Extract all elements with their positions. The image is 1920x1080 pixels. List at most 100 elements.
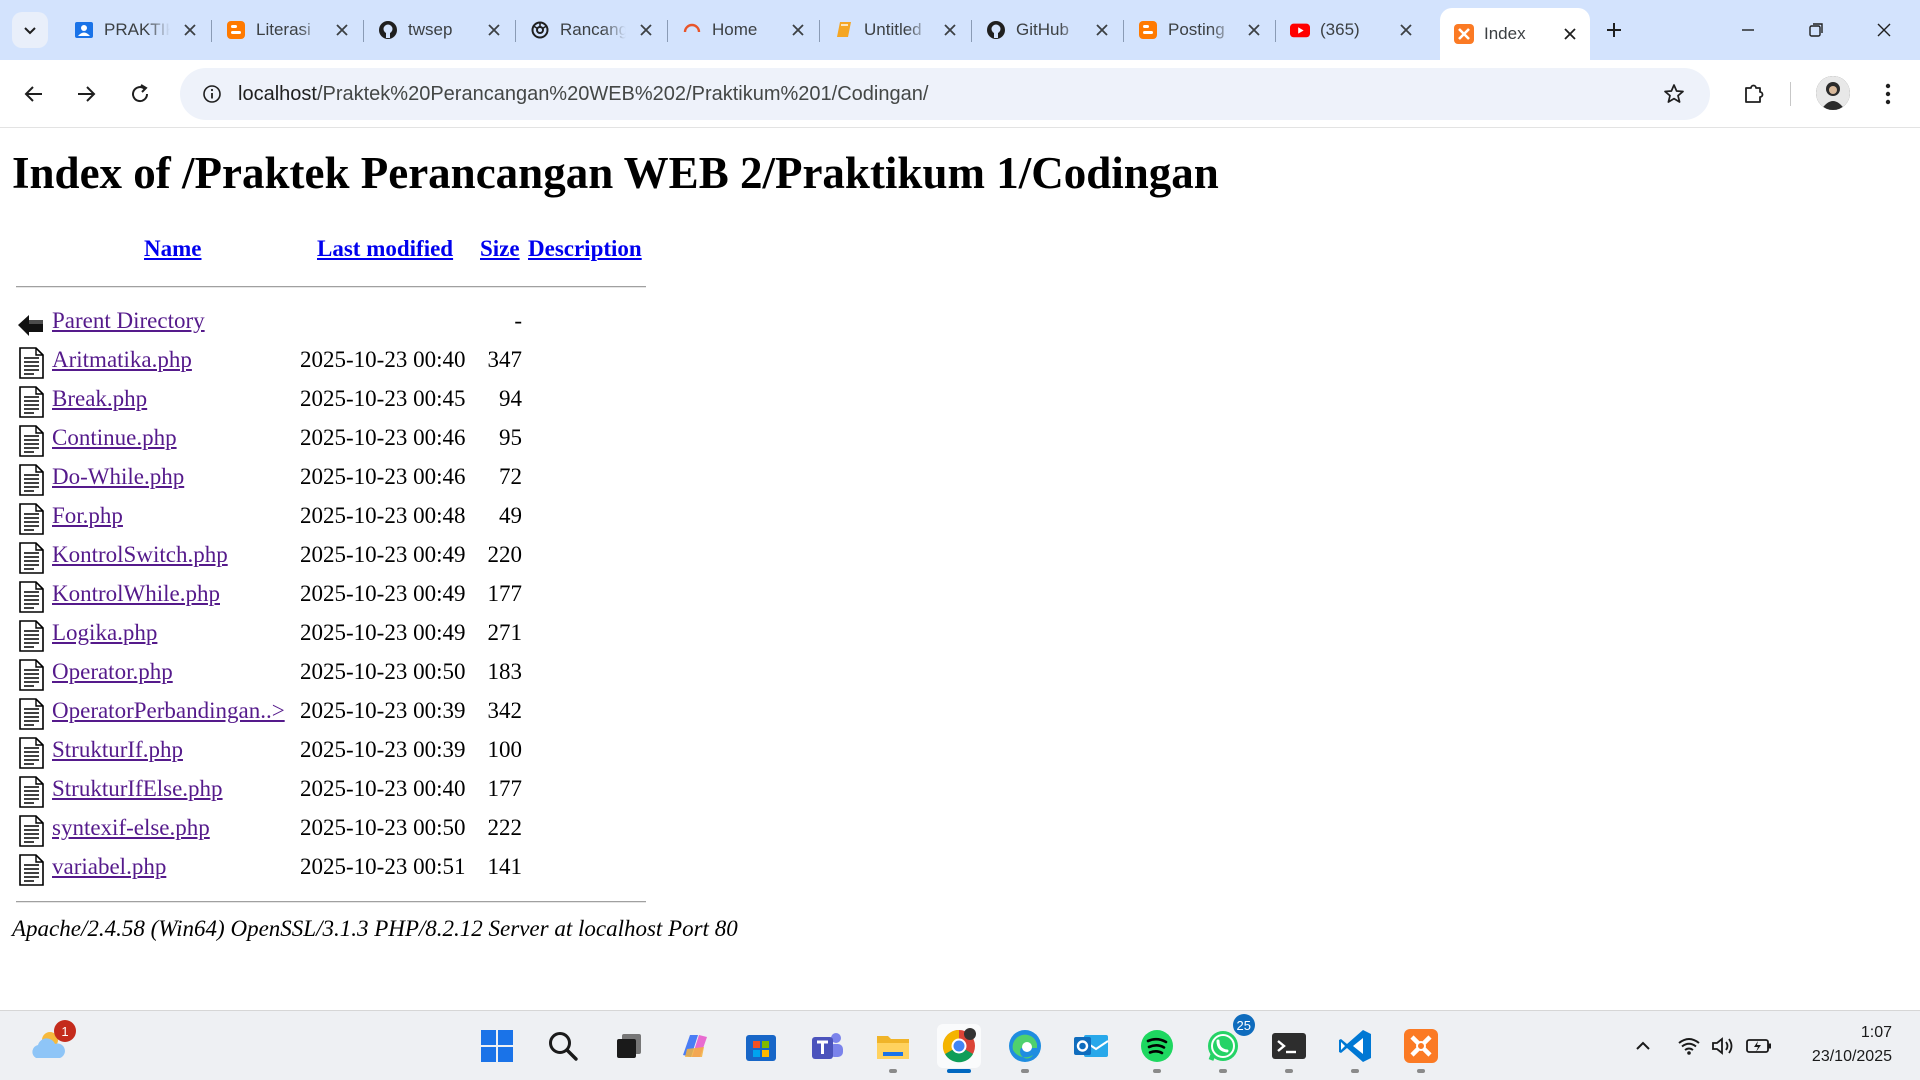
close-icon[interactable] bbox=[1560, 24, 1580, 44]
file-link[interactable]: KontrolWhile.php bbox=[52, 581, 220, 607]
file-size: 177 bbox=[487, 776, 523, 801]
taskbar-app-file-explorer[interactable] bbox=[871, 1024, 915, 1073]
tab-search-button[interactable] bbox=[12, 12, 48, 48]
browser-toolbar: localhost/Praktek%20Perancangan%20WEB%20… bbox=[0, 60, 1920, 128]
taskbar-app-terminal[interactable] bbox=[1267, 1024, 1311, 1073]
close-window-button[interactable] bbox=[1864, 10, 1904, 50]
weather-widget[interactable]: 1 bbox=[26, 1020, 76, 1068]
minimize-icon bbox=[1742, 29, 1754, 31]
tab-title: Home bbox=[712, 20, 758, 39]
file-link[interactable]: variabel.php bbox=[52, 854, 166, 880]
forward-button[interactable] bbox=[66, 74, 106, 114]
taskbar-app-vscode[interactable] bbox=[1333, 1024, 1377, 1073]
file-link[interactable]: OperatorPerbandingan..> bbox=[52, 698, 285, 724]
volume-status[interactable] bbox=[1708, 1031, 1738, 1061]
extensions-button[interactable] bbox=[1734, 74, 1774, 114]
back-button[interactable] bbox=[14, 74, 54, 114]
tab-literasi[interactable]: Literasi bbox=[212, 8, 364, 52]
site-info-icon[interactable] bbox=[192, 74, 232, 114]
file-link[interactable]: StrukturIfElse.php bbox=[52, 776, 223, 802]
close-icon[interactable] bbox=[940, 20, 960, 40]
taskbar-app-xampp[interactable] bbox=[1399, 1024, 1443, 1073]
taskbar-app-outlook[interactable] bbox=[1069, 1024, 1113, 1068]
taskbar-app-teams[interactable] bbox=[805, 1024, 849, 1068]
tab-twsep[interactable]: twsep bbox=[364, 8, 516, 52]
tab-praktikum[interactable]: PRAKTIKUM bbox=[60, 8, 212, 52]
blogger-icon bbox=[226, 20, 246, 40]
file-row: syntexif-else.php 2025-10-23 00:50 222 bbox=[0, 810, 640, 849]
file-size: 222 bbox=[487, 815, 523, 840]
wifi-status[interactable] bbox=[1674, 1031, 1704, 1061]
taskbar-app-whatsapp[interactable]: 25 bbox=[1201, 1014, 1255, 1073]
column-header-description[interactable]: Description bbox=[528, 236, 642, 262]
profile-avatar[interactable] bbox=[1816, 76, 1850, 110]
new-tab-button[interactable] bbox=[1598, 14, 1630, 46]
restore-button[interactable] bbox=[1796, 10, 1836, 50]
column-header-last-modified[interactable]: Last modified bbox=[317, 236, 453, 262]
taskbar-app-store[interactable] bbox=[739, 1024, 783, 1068]
server-signature: Apache/2.4.58 (Win64) OpenSSL/3.1.3 PHP/… bbox=[12, 916, 738, 941]
github-icon bbox=[378, 20, 398, 40]
reload-icon bbox=[132, 84, 149, 103]
file-link[interactable]: Aritmatika.php bbox=[52, 347, 192, 373]
file-row: StrukturIfElse.php 2025-10-23 00:40 177 bbox=[0, 771, 640, 810]
file-link[interactable]: Logika.php bbox=[52, 620, 157, 646]
battery-status[interactable] bbox=[1744, 1031, 1774, 1061]
file-link[interactable]: StrukturIf.php bbox=[52, 737, 183, 763]
tab-posting[interactable]: Posting bbox=[1124, 8, 1276, 52]
taskbar-search-button[interactable] bbox=[541, 1024, 585, 1068]
task-view-button[interactable] bbox=[607, 1024, 651, 1068]
file-link[interactable]: For.php bbox=[52, 503, 123, 529]
taskbar-app-spotify[interactable] bbox=[1135, 1024, 1179, 1073]
reload-button[interactable] bbox=[120, 74, 160, 114]
tab-home[interactable]: Home bbox=[668, 8, 820, 52]
close-icon[interactable] bbox=[636, 20, 656, 40]
vscode-icon bbox=[1339, 1030, 1371, 1062]
taskbar-app-copilot[interactable] bbox=[673, 1024, 717, 1068]
puzzle-icon bbox=[1745, 84, 1764, 103]
close-icon[interactable] bbox=[332, 20, 352, 40]
tab-github[interactable]: GitHub bbox=[972, 8, 1124, 52]
minimize-button[interactable] bbox=[1728, 10, 1768, 50]
file-link[interactable]: Operator.php bbox=[52, 659, 173, 685]
close-icon[interactable] bbox=[180, 20, 200, 40]
parent-directory-link[interactable]: Parent Directory bbox=[52, 308, 205, 334]
close-icon[interactable] bbox=[1396, 20, 1416, 40]
address-bar[interactable]: localhost/Praktek%20Perancangan%20WEB%20… bbox=[180, 68, 1710, 120]
tab-youtube[interactable]: (365) bbox=[1276, 8, 1426, 52]
url-text[interactable]: localhost/Praktek%20Perancangan%20WEB%20… bbox=[238, 83, 928, 106]
start-button[interactable] bbox=[475, 1024, 519, 1068]
close-icon[interactable] bbox=[1244, 20, 1264, 40]
tab-rancangan[interactable]: Rancangan bbox=[516, 8, 668, 52]
page-content: Index of /Praktek Perancangan WEB 2/Prak… bbox=[0, 129, 1920, 1009]
taskbar-app-chrome[interactable] bbox=[937, 1024, 981, 1073]
chevron-down-icon bbox=[24, 27, 36, 35]
file-icon bbox=[16, 463, 46, 497]
close-icon[interactable] bbox=[484, 20, 504, 40]
tab-index-active[interactable]: Index bbox=[1440, 8, 1590, 60]
book-icon bbox=[834, 20, 854, 40]
bookmark-star-icon[interactable] bbox=[1654, 74, 1694, 114]
file-link[interactable]: Do-While.php bbox=[52, 464, 184, 490]
column-header-size[interactable]: Size bbox=[480, 236, 520, 262]
menu-button[interactable] bbox=[1868, 74, 1908, 114]
file-link[interactable]: Continue.php bbox=[52, 425, 177, 451]
taskbar-app-edge[interactable] bbox=[1003, 1024, 1047, 1073]
file-size: 141 bbox=[487, 854, 523, 879]
file-link[interactable]: syntexif-else.php bbox=[52, 815, 210, 841]
chrome-icon bbox=[942, 1028, 976, 1063]
close-icon[interactable] bbox=[1092, 20, 1112, 40]
system-clock[interactable]: 1:07 23/10/2025 bbox=[1812, 1021, 1892, 1069]
file-link[interactable]: KontrolSwitch.php bbox=[52, 542, 228, 568]
column-header-name[interactable]: Name bbox=[144, 236, 201, 262]
tab-untitled[interactable]: Untitled bbox=[820, 8, 972, 52]
avatar-icon bbox=[1816, 76, 1850, 110]
directory-listing: Name Last modified Size Description Pare… bbox=[0, 129, 800, 929]
tab-title: GitHub bbox=[1016, 20, 1069, 39]
running-indicator bbox=[947, 1069, 971, 1073]
file-link[interactable]: Break.php bbox=[52, 386, 147, 412]
file-size: 342 bbox=[487, 698, 523, 723]
show-hidden-icons-button[interactable] bbox=[1628, 1031, 1658, 1061]
close-icon[interactable] bbox=[788, 20, 808, 40]
file-icon bbox=[16, 502, 46, 536]
